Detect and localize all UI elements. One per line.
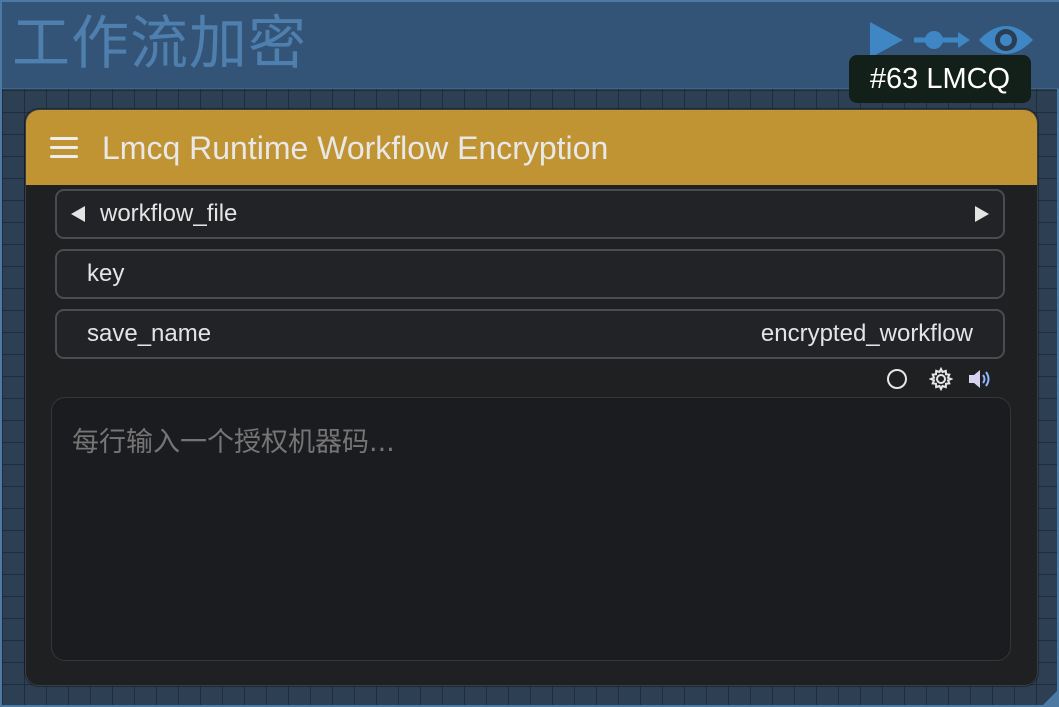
encryption-node[interactable]: Lmcq Runtime Workflow Encryption workflo… [25, 109, 1038, 686]
save-name-field[interactable]: save_name encrypted_workflow [55, 309, 1005, 359]
group-resize-handle[interactable] [1043, 691, 1057, 705]
key-label: key [87, 260, 125, 287]
node-title: Lmcq Runtime Workflow Encryption [102, 130, 609, 166]
node-id-badge: #63 LMCQ [849, 55, 1031, 103]
machine-code-textarea[interactable] [51, 397, 1011, 661]
workflow-file-combo[interactable]: workflow_file [55, 189, 1005, 239]
save-name-value: encrypted_workflow [760, 320, 973, 347]
circle-icon[interactable] [886, 368, 908, 390]
group-title[interactable]: 工作流加密 [12, 4, 307, 82]
node-status-icons [886, 367, 993, 391]
speaker-icon[interactable] [967, 368, 993, 390]
key-field[interactable]: key [55, 249, 1005, 299]
node-header[interactable]: Lmcq Runtime Workflow Encryption [26, 110, 1037, 185]
gear-icon[interactable] [929, 367, 953, 391]
chevron-left-icon[interactable] [71, 206, 85, 222]
hamburger-menu-icon[interactable] [50, 136, 78, 160]
workflow-file-label: workflow_file [100, 200, 238, 227]
chevron-right-icon[interactable] [975, 206, 989, 222]
save-name-label: save_name [87, 320, 212, 347]
